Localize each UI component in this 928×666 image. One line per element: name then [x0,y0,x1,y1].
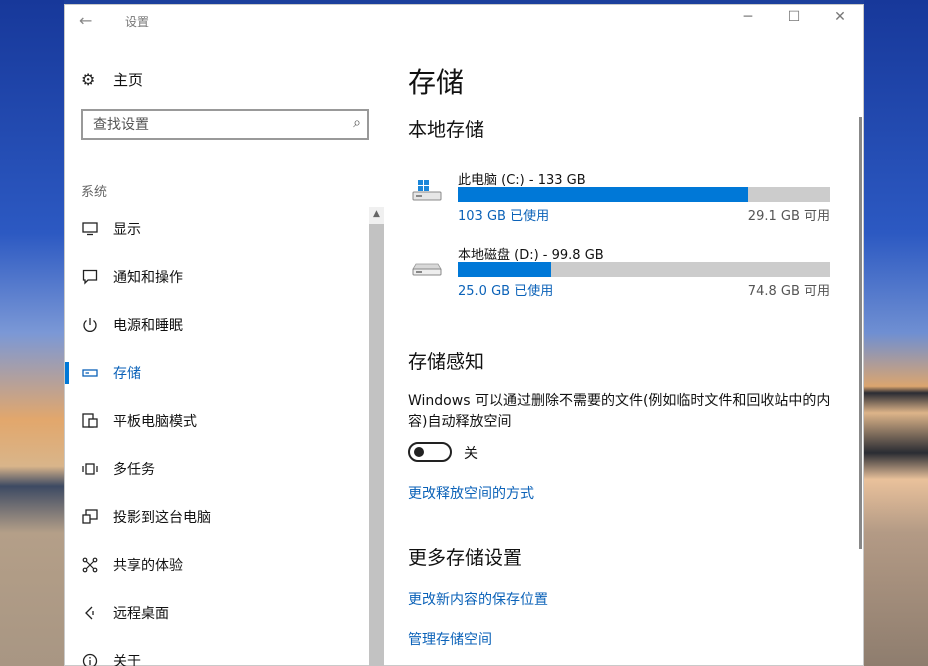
drive-free: 29.1 GB 可用 [747,209,830,224]
drive-name: 此电脑 (C:) - 133 GB [458,173,586,188]
sidebar-item-notifications[interactable]: 通知和操作 [65,253,365,301]
desktop-wallpaper-right [864,0,928,666]
maximize-icon[interactable]: ☐ [771,9,817,33]
project-icon [81,508,99,526]
notification-icon [81,268,99,286]
sidebar-item-label: 多任务 [113,462,155,478]
sidebar-item-project[interactable]: 投影到这台电脑 [65,493,365,541]
sidebar-item-remote-desktop[interactable]: 远程桌面 [65,589,365,637]
sidebar-item-about[interactable]: 关于 [65,637,365,666]
shared-experience-icon [81,556,99,574]
sidebar-item-display[interactable]: 显示 [65,205,365,253]
sidebar-item-tablet-mode[interactable]: 平板电脑模式 [65,397,365,445]
section-label: 系统 [81,185,108,200]
windows-drive-icon [412,180,442,201]
sidebar-item-label: 投影到这台电脑 [113,510,211,526]
drive-usage-fill [458,262,551,277]
back-arrow-icon[interactable]: ← [79,11,92,30]
drive-usage-fill [458,187,749,202]
drive-used: 25.0 GB 已使用 [458,284,554,299]
search-box: ⌕ [81,109,369,140]
minimize-icon[interactable]: ─ [725,9,771,33]
remote-desktop-icon [81,604,99,622]
sidebar-item-label: 共享的体验 [113,558,183,574]
local-storage-heading: 本地存储 [408,119,485,141]
drive-usage-bar [458,262,830,277]
save-location-link[interactable]: 更改新内容的保存位置 [408,589,548,609]
change-free-space-link[interactable]: 更改释放空间的方式 [408,483,534,503]
sidebar-item-multitasking[interactable]: 多任务 [65,445,365,493]
toggle-state-label: 关 [464,446,478,462]
monitor-icon [81,220,99,238]
sidebar-item-storage[interactable]: 存储 [65,349,365,397]
sidebar-item-label: 通知和操作 [113,270,183,286]
sidebar-item-label: 显示 [113,222,141,238]
storage-sense-heading: 存储感知 [408,351,485,373]
search-input[interactable] [83,111,333,138]
toggle-knob [414,447,424,457]
desktop-wallpaper-left [0,0,64,666]
window-title: 设置 [125,15,150,29]
sidebar-item-label: 存储 [113,366,141,382]
storage-sense-toggle[interactable] [408,442,452,462]
sidebar-scrollbar[interactable]: ▲ [369,207,384,666]
home-label: 主页 [113,70,144,89]
drive-c[interactable]: 此电脑 (C:) - 133 GB 103 GB 已使用 29.1 GB 可用 [408,169,838,225]
home-button[interactable]: ⚙ 主页 [81,67,143,91]
sidebar-list: 显示 通知和操作 电源和睡眠 存储 平板电脑模式 多任务 投影到这台电脑 共享的… [65,205,365,666]
gear-icon: ⚙ [81,69,96,89]
title-bar: ← 设置 ─ ☐ ✕ [65,5,865,37]
drive-usage-bar [458,187,830,202]
scroll-up-icon[interactable]: ▲ [369,207,384,222]
sidebar: ⚙ 主页 ⌕ 系统 显示 通知和操作 [65,37,385,666]
multitask-icon [81,460,99,478]
page-title: 存储 [408,66,465,99]
search-icon[interactable]: ⌕ [353,115,361,131]
storage-icon [81,364,99,382]
drive-used: 103 GB 已使用 [458,209,550,224]
close-icon[interactable]: ✕ [817,9,863,33]
storage-sense-description: Windows 可以通过删除不需要的文件(例如临时文件和回收站中的内容)自动释放… [408,393,831,430]
power-icon [81,316,99,334]
drive-free: 74.8 GB 可用 [747,284,830,299]
sidebar-item-label: 平板电脑模式 [113,414,197,430]
sidebar-scroll-thumb[interactable] [369,224,384,666]
sidebar-item-shared-experiences[interactable]: 共享的体验 [65,541,365,589]
tablet-mode-icon [81,412,99,430]
drive-d[interactable]: 本地磁盘 (D:) - 99.8 GB 25.0 GB 已使用 74.8 GB … [408,244,838,300]
main-content: 存储 本地存储 此电脑 (C:) - 133 GB 103 GB 已使用 29.… [408,37,838,666]
settings-window: ← 设置 ─ ☐ ✕ ⚙ 主页 ⌕ 系统 显示 通知和 [64,4,864,666]
drive-name: 本地磁盘 (D:) - 99.8 GB [458,248,604,263]
sidebar-item-label: 关于 [113,654,141,666]
info-icon [81,652,99,666]
sidebar-item-power[interactable]: 电源和睡眠 [65,301,365,349]
content-scrollbar[interactable] [859,117,862,549]
more-storage-heading: 更多存储设置 [408,547,523,569]
drive-icon [412,263,442,276]
sidebar-item-label: 电源和睡眠 [113,318,183,334]
manage-storage-spaces-link[interactable]: 管理存储空间 [408,629,492,649]
sidebar-item-label: 远程桌面 [113,606,169,622]
